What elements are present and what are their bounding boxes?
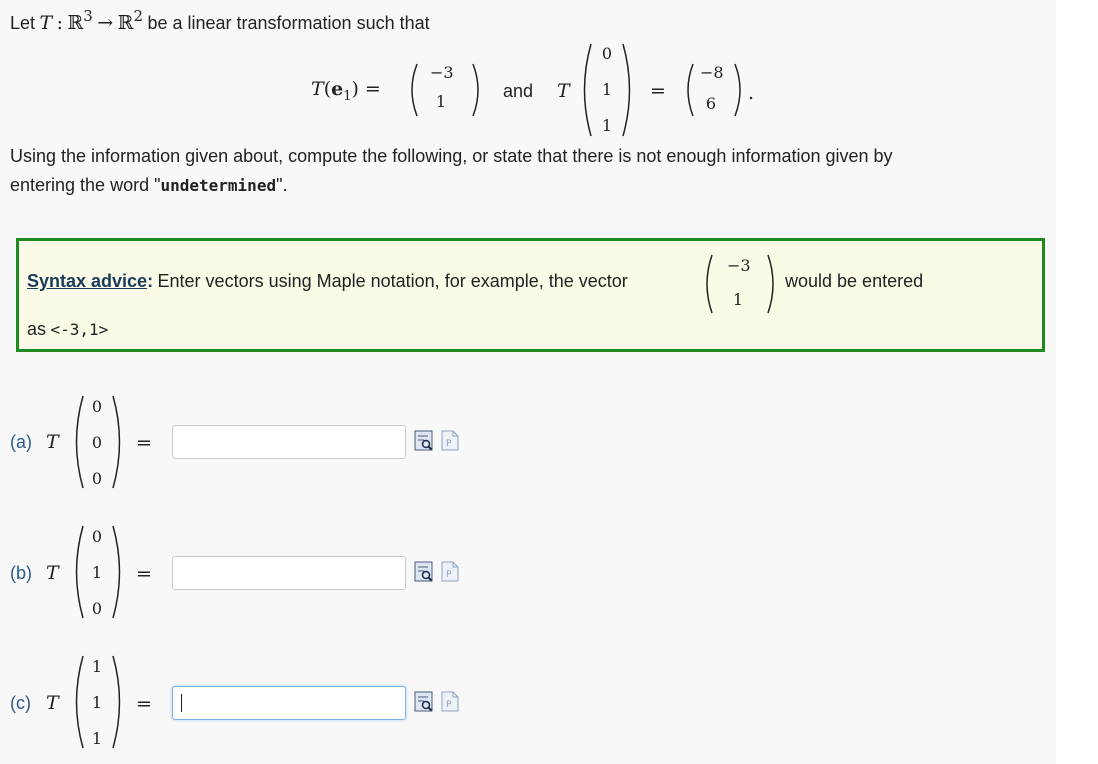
text-cursor	[181, 694, 182, 712]
vector-cell: 0	[91, 433, 103, 452]
part-b-label: (b)	[10, 563, 32, 583]
maple-syntax-help-icon[interactable]: P	[440, 430, 460, 452]
and-text: and	[503, 81, 534, 101]
left-paren	[682, 62, 696, 118]
given-equals: =	[650, 80, 666, 102]
right-paren	[470, 62, 484, 118]
syntax-advice-line: Syntax advice: Enter vectors using Maple…	[27, 271, 628, 292]
instruction-pre: entering the word "	[10, 175, 161, 195]
intro-dim2: 2	[133, 7, 143, 25]
part-b-T: T	[46, 562, 59, 584]
vector-cell: −3	[430, 63, 454, 82]
intro-rest: be a linear transformation such that	[147, 13, 430, 33]
intro-arrow: →	[97, 12, 114, 34]
part-a-label: (a)	[10, 432, 32, 452]
given-period: .	[748, 82, 755, 104]
svg-text:P: P	[446, 439, 452, 449]
instruction-line-1: Using the information given about, compu…	[10, 146, 893, 166]
part-a-T: T	[46, 431, 59, 453]
syntax-advice-link[interactable]: Syntax advice	[27, 271, 147, 291]
part-c-answer-input[interactable]	[172, 686, 406, 720]
instruction-line-2: entering the word "undetermined".	[10, 175, 287, 196]
instruction-post: ".	[276, 175, 288, 195]
given-T: T	[557, 80, 570, 102]
vector-cell: 0	[91, 599, 103, 618]
syntax-advice-line-2: as <-3,1>	[27, 319, 108, 340]
part-a-answer-input[interactable]	[172, 425, 406, 459]
syntax-advice-as: as	[27, 319, 47, 339]
right-paren	[732, 62, 746, 118]
right-paren	[110, 524, 126, 620]
maple-syntax-help-icon[interactable]: P	[440, 691, 460, 713]
right-paren	[110, 654, 126, 750]
vector-cell: 0	[91, 397, 103, 416]
right-paren	[110, 394, 126, 490]
te1-expression: T(e1) =	[311, 78, 381, 104]
svg-text:P: P	[446, 700, 452, 710]
left-paren	[70, 394, 86, 490]
left-paren	[578, 42, 594, 138]
question-panel: Let T : ℝ3 → ℝ2 be a linear transformati…	[0, 0, 1056, 764]
syntax-advice-code: <-3,1>	[50, 320, 109, 339]
vector-cell: 0	[601, 44, 613, 63]
svg-text:P: P	[446, 570, 452, 580]
intro-dim3: 3	[83, 7, 93, 25]
vector-cell: 1	[435, 92, 447, 111]
example-vector-cell: 1	[732, 290, 744, 309]
vector-cell: 1	[601, 116, 613, 135]
te1-open: (	[323, 78, 332, 100]
syntax-advice-text: Enter vectors using Maple notation, for …	[157, 271, 628, 291]
left-paren	[406, 62, 420, 118]
intro-R2: ℝ	[117, 12, 134, 34]
intro-colon: :	[56, 12, 64, 34]
part-c-label: (c)	[10, 693, 31, 713]
maple-syntax-help-icon[interactable]: P	[440, 561, 460, 583]
syntax-advice-text-after: would be entered	[785, 271, 924, 291]
example-vector-cell: −3	[727, 256, 751, 275]
intro-R3: ℝ	[67, 12, 84, 34]
preview-icon[interactable]	[414, 561, 434, 583]
part-c-T: T	[46, 692, 59, 714]
vector-cell: 6	[705, 94, 717, 113]
right-paren	[765, 253, 779, 315]
part-b-equals: =	[136, 563, 152, 585]
intro-line: Let T : ℝ3 → ℝ2 be a linear transformati…	[10, 7, 430, 34]
intro-T: T	[39, 12, 53, 34]
vector-cell: 1	[91, 657, 103, 676]
vector-cell: 0	[91, 527, 103, 546]
preview-icon[interactable]	[414, 430, 434, 452]
instruction-keyword: undetermined	[160, 176, 277, 195]
preview-icon[interactable]	[414, 691, 434, 713]
syntax-advice-box: Syntax advice: Enter vectors using Maple…	[16, 238, 1045, 352]
intro-let: Let	[10, 13, 36, 33]
vector-cell: −8	[700, 63, 724, 82]
vector-cell: 1	[91, 729, 103, 748]
te1-T: T	[311, 78, 324, 100]
left-paren	[70, 524, 86, 620]
left-paren	[70, 654, 86, 750]
te1-e: e	[331, 78, 344, 100]
te1-sub: 1	[343, 89, 352, 104]
te1-close: ) =	[351, 78, 381, 100]
part-c-equals: =	[136, 693, 152, 715]
part-b-answer-input[interactable]	[172, 556, 406, 590]
right-paren	[620, 42, 636, 138]
vector-cell: 1	[91, 693, 103, 712]
left-paren	[701, 253, 715, 315]
vector-cell: 1	[91, 563, 103, 582]
part-a-equals: =	[136, 432, 152, 454]
vector-cell: 1	[601, 80, 613, 99]
vector-cell: 0	[91, 469, 103, 488]
syntax-advice-colon: :	[147, 271, 154, 291]
